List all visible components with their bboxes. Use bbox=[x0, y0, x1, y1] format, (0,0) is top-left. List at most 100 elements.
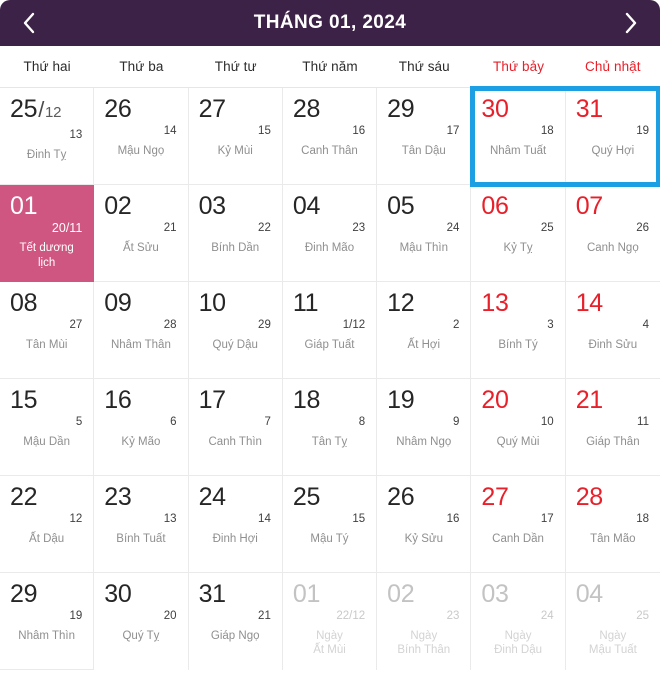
solar-month-value: 12 bbox=[45, 104, 62, 121]
day-cell[interactable]: 16 6 Kỷ Mão bbox=[94, 379, 189, 476]
lunar-day-number: 5 bbox=[75, 416, 83, 428]
weekday-label-3: Thứ năm bbox=[302, 59, 358, 74]
lunar-day-name: Tân Tỵ bbox=[311, 436, 348, 448]
lunar-day-name: Quý Dậu bbox=[212, 339, 258, 351]
day-cell[interactable]: 17 7 Canh Thìn bbox=[188, 379, 283, 476]
day-cell[interactable]: 15 5 Mậu Dần bbox=[0, 379, 95, 476]
day-cell[interactable]: 07 26 Canh Ngọ bbox=[565, 185, 660, 282]
day-cell[interactable]: 27 15 Kỷ Mùi bbox=[188, 88, 283, 185]
lunar-day-name: Canh Thìn bbox=[208, 436, 262, 448]
day-cell[interactable]: 20 10 Quý Mùi bbox=[471, 379, 566, 476]
lunar-day-number: 11 bbox=[637, 416, 649, 428]
lunar-day-number: 15 bbox=[352, 513, 366, 525]
lunar-day-name: Canh Dần bbox=[492, 533, 544, 545]
day-cell[interactable]: 28 16 Canh Thân bbox=[282, 88, 378, 185]
lunar-day-number: 21 bbox=[258, 610, 271, 622]
day-cell[interactable]: 24 14 Đinh Hợi bbox=[188, 476, 283, 573]
solar-day-number: 18 bbox=[292, 386, 321, 414]
day-cell[interactable]: 01 22/12 Ngày Ất Mùi bbox=[282, 573, 378, 670]
lunar-day-name: Canh Ngọ bbox=[586, 242, 639, 254]
day-cell[interactable]: 02 23 Ngày Bính Thân bbox=[377, 573, 472, 670]
solar-day-number: 02 bbox=[104, 192, 132, 220]
lunar-day-number: 13 bbox=[69, 129, 83, 141]
lunar-day-number: 6 bbox=[170, 416, 177, 428]
solar-day-number: 26 bbox=[387, 483, 415, 511]
lunar-day-name: Quý Hợi bbox=[591, 145, 635, 157]
lunar-day-name: Kỷ Sửu bbox=[404, 533, 443, 545]
solar-day-number: 06 bbox=[481, 192, 509, 220]
lunar-day-number: 16 bbox=[446, 513, 460, 525]
day-cell[interactable]: 03 22 Bính Dần bbox=[188, 185, 283, 282]
day-cell[interactable]: 27 17 Canh Dần bbox=[471, 476, 566, 573]
lunar-day-name: Đinh Hợi bbox=[212, 533, 258, 545]
day-cell[interactable]: 19 9 Nhâm Ngọ bbox=[377, 379, 472, 476]
day-cell[interactable]: 23 13 Bính Tuất bbox=[94, 476, 189, 573]
lunar-day-name: Quý Tỵ bbox=[122, 630, 160, 642]
lunar-day-name: Tân Mão bbox=[590, 533, 636, 545]
day-cell[interactable]: 30 20 Quý Tỵ bbox=[94, 573, 189, 670]
lunar-day-number: 18 bbox=[636, 513, 649, 525]
day-cell[interactable]: 01 20/11 Tết dương lịch bbox=[0, 185, 95, 282]
day-cell[interactable]: 26 16 Kỷ Sửu bbox=[377, 476, 472, 573]
day-cell[interactable]: 21 11 Giáp Thân bbox=[565, 379, 660, 476]
solar-day-number: 27 bbox=[481, 483, 509, 511]
day-cell[interactable]: 03 24 Ngày Đinh Dậu bbox=[471, 573, 566, 670]
solar-day-number: 02 bbox=[387, 580, 415, 608]
day-cell[interactable]: 29 17 Tân Dậu bbox=[377, 88, 472, 185]
lunar-day-number: 23 bbox=[352, 222, 366, 234]
day-cell[interactable]: 30 18 Nhâm Tuất bbox=[471, 88, 566, 185]
day-cell[interactable]: 25 15 Mậu Tý bbox=[282, 476, 378, 573]
lunar-day-name: Mậu Ngọ bbox=[117, 145, 165, 157]
solar-day-number: 07 bbox=[575, 192, 604, 220]
lunar-day-number: 7 bbox=[264, 416, 271, 428]
lunar-day-name: Giáp Tuất bbox=[304, 339, 355, 351]
lunar-day-number: 18 bbox=[540, 125, 554, 137]
lunar-day-number: 2 bbox=[453, 319, 460, 331]
lunar-day-number: 19 bbox=[69, 610, 83, 622]
day-cell[interactable]: 14 4 Đinh Sửu bbox=[565, 282, 660, 379]
calendar-header: THÁNG 01, 2024 bbox=[0, 0, 660, 46]
lunar-day-number: 9 bbox=[453, 416, 460, 428]
chevron-right-icon bbox=[624, 12, 638, 34]
day-cell[interactable]: 11 1/12 Giáp Tuất bbox=[282, 282, 378, 379]
lunar-day-number: 8 bbox=[358, 416, 366, 428]
solar-day-number: 01 bbox=[10, 192, 38, 220]
solar-day-number: 03 bbox=[481, 580, 509, 608]
day-cell[interactable]: 25/12 13 Đinh Tỵ bbox=[0, 88, 95, 185]
solar-day-number: 14 bbox=[575, 289, 604, 317]
day-cell[interactable]: 06 25 Kỷ Tỵ bbox=[471, 185, 566, 282]
lunar-day-name: Mậu Tý bbox=[310, 533, 349, 545]
day-cell[interactable]: 09 28 Nhâm Thân bbox=[94, 282, 189, 379]
lunar-day-number: 19 bbox=[636, 125, 649, 137]
day-cell[interactable]: 02 21 Ất Sửu bbox=[94, 185, 189, 282]
day-cell[interactable]: 12 2 Ất Hợi bbox=[377, 282, 472, 379]
day-cell[interactable]: 29 19 Nhâm Thìn bbox=[0, 573, 95, 670]
next-month-button[interactable] bbox=[618, 8, 644, 38]
lunar-day-name: Ngày Bính Thân bbox=[397, 630, 451, 656]
day-cell[interactable]: 31 19 Quý Hợi bbox=[565, 88, 660, 185]
day-grid: 25/12 13 Đinh Tỵ 26 14 Mậu Ngọ 27 15 Kỷ Mùi 28 16 C… bbox=[0, 86, 660, 670]
day-cell[interactable]: 04 25 Ngày Mậu Tuất bbox=[565, 573, 660, 670]
day-cell[interactable]: 08 27 Tân Mùi bbox=[0, 282, 95, 379]
solar-day-number: 27 bbox=[198, 95, 227, 123]
day-cell[interactable]: 13 3 Bính Tý bbox=[471, 282, 566, 379]
day-cell[interactable]: 31 21 Giáp Ngọ bbox=[188, 573, 283, 670]
lunar-day-name: Bính Tý bbox=[498, 339, 538, 351]
weekday-label-1: Thứ ba bbox=[119, 59, 164, 74]
lunar-day-name: Nhâm Thân bbox=[110, 339, 171, 351]
lunar-day-number: 23 bbox=[446, 610, 460, 622]
solar-day-number: 01 bbox=[292, 580, 321, 608]
prev-month-button[interactable] bbox=[16, 8, 42, 38]
solar-day-number: 15 bbox=[10, 386, 38, 414]
lunar-day-number: 3 bbox=[547, 319, 554, 331]
day-cell[interactable]: 22 12 Ất Dậu bbox=[0, 476, 95, 573]
solar-day-number: 11 bbox=[292, 289, 319, 317]
solar-day-number: 24 bbox=[198, 483, 227, 511]
day-cell[interactable]: 28 18 Tân Mão bbox=[565, 476, 660, 573]
day-cell[interactable]: 18 8 Tân Tỵ bbox=[282, 379, 378, 476]
day-cell[interactable]: 05 24 Mậu Thìn bbox=[377, 185, 472, 282]
lunar-day-name: Ất Dậu bbox=[29, 533, 65, 545]
day-cell[interactable]: 04 23 Đinh Mão bbox=[282, 185, 378, 282]
day-cell[interactable]: 26 14 Mậu Ngọ bbox=[94, 88, 189, 185]
day-cell[interactable]: 10 29 Quý Dậu bbox=[188, 282, 283, 379]
